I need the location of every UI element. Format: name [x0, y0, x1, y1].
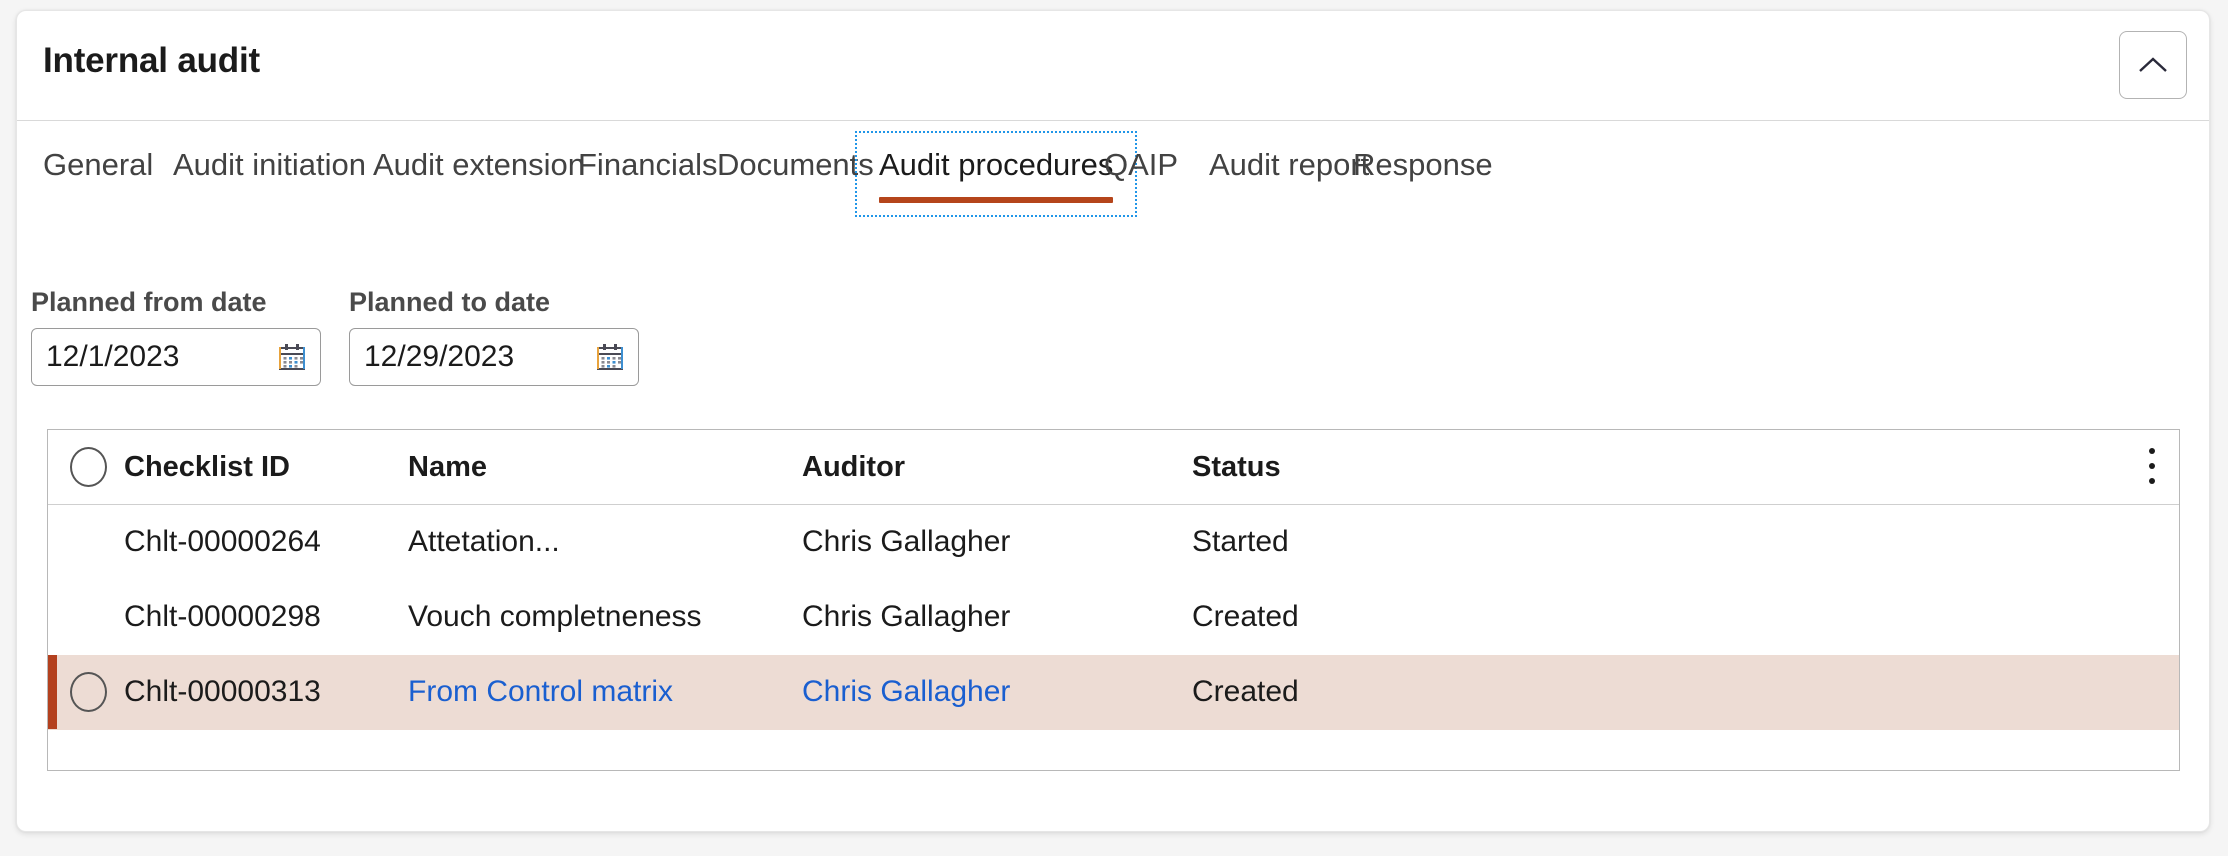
tab-label: Audit initiation — [173, 147, 367, 182]
table-row-selected[interactable]: Chlt-00000313 From Control matrix Chris … — [48, 655, 2179, 730]
column-header-checklist-id[interactable]: Checklist ID — [124, 430, 290, 504]
cell-checklist-id: Chlt-00000298 — [124, 600, 321, 633]
tab-label: General — [43, 147, 154, 182]
row-selection-marker — [48, 655, 57, 729]
tab-audit-initiation[interactable]: Audit initiation — [173, 137, 366, 213]
screen: Internal audit General Audit initiation … — [0, 0, 2228, 856]
cell-auditor: Chris Gallagher — [802, 525, 1011, 558]
cell-status: Created — [1192, 600, 1299, 633]
cell-name-link[interactable]: From Control matrix — [408, 655, 673, 729]
tab-label: Audit report — [1209, 147, 1370, 182]
planned-to-date-value: 12/29/2023 — [364, 340, 515, 373]
tab-label: Documents — [717, 147, 874, 182]
tab-audit-extension[interactable]: Audit extension — [373, 137, 585, 213]
planned-to-date-label: Planned to date — [349, 287, 551, 317]
grid-bottom-spacer — [48, 730, 2179, 770]
select-all-checkbox[interactable] — [70, 447, 107, 487]
cell-auditor: Chris Gallagher — [802, 600, 1011, 633]
planned-to-date-input[interactable]: 12/29/2023 — [349, 328, 639, 386]
tab-label: QAIP — [1104, 147, 1179, 182]
tab-response[interactable]: Response — [1353, 137, 1493, 213]
tab-label: Financials — [578, 147, 718, 182]
checklist-grid: Checklist ID Name Auditor Status Chlt-00… — [47, 429, 2180, 771]
planned-from-date-input[interactable]: 12/1/2023 — [31, 328, 321, 386]
column-header-auditor[interactable]: Auditor — [802, 430, 905, 504]
tab-active-underline — [879, 197, 1114, 203]
tab-label: Audit extension — [373, 147, 585, 182]
cell-name: Vouch completneness — [408, 600, 702, 633]
tab-label: Audit procedures — [879, 147, 1114, 182]
tab-documents[interactable]: Documents — [717, 137, 874, 213]
chevron-up-icon — [2139, 57, 2167, 72]
tab-general[interactable]: General — [43, 137, 153, 213]
cell-checklist-id: Chlt-00000313 — [124, 675, 321, 708]
card-header: Internal audit — [17, 11, 2209, 121]
calendar-icon[interactable] — [278, 343, 306, 371]
kebab-menu-icon[interactable] — [2143, 448, 2161, 488]
cell-status: Created — [1192, 675, 1299, 708]
cell-auditor-link[interactable]: Chris Gallagher — [802, 655, 1010, 729]
tab-bar: General Audit initiation Audit extension… — [17, 121, 2209, 229]
cell-name: Attetation... — [408, 525, 560, 558]
column-header-name[interactable]: Name — [408, 430, 487, 504]
planned-from-date-value: 12/1/2023 — [46, 340, 180, 373]
tab-audit-procedures[interactable]: Audit procedures — [855, 131, 1138, 217]
tab-financials[interactable]: Financials — [578, 137, 718, 213]
tab-qaip[interactable]: QAIP — [1104, 137, 1178, 213]
row-checkbox[interactable] — [70, 672, 107, 712]
page-title: Internal audit — [43, 41, 260, 80]
cell-status: Started — [1192, 525, 1289, 558]
tab-audit-report[interactable]: Audit report — [1209, 137, 1369, 213]
planned-from-date-label: Planned from date — [31, 287, 267, 317]
planned-from-date-field: Planned from date 12/1/2023 — [31, 287, 321, 386]
internal-audit-card: Internal audit General Audit initiation … — [16, 10, 2210, 832]
cell-checklist-id: Chlt-00000264 — [124, 525, 321, 558]
table-row[interactable]: Chlt-00000264 Attetation... Chris Gallag… — [48, 505, 2179, 580]
column-header-status[interactable]: Status — [1192, 430, 1281, 504]
grid-header-row: Checklist ID Name Auditor Status — [48, 430, 2179, 505]
table-row[interactable]: Chlt-00000298 Vouch completneness Chris … — [48, 580, 2179, 655]
tab-label: Response — [1353, 147, 1493, 182]
collapse-button[interactable] — [2119, 31, 2187, 99]
calendar-icon[interactable] — [596, 343, 624, 371]
planned-to-date-field: Planned to date 12/29/2023 — [349, 287, 639, 386]
date-filter-row: Planned from date 12/1/2023 Planned to d… — [17, 287, 2209, 407]
